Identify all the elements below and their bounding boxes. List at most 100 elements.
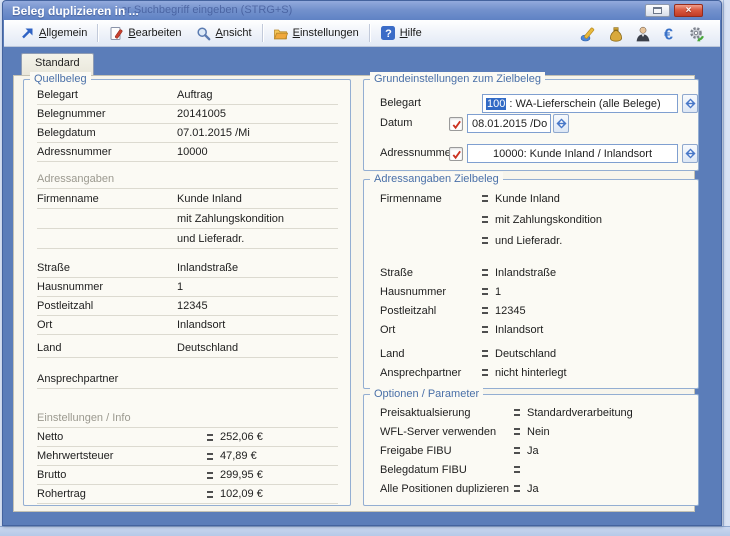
folder-icon [273, 25, 289, 41]
menu-item-ansicht[interactable]: Ansicht [189, 23, 259, 43]
groupbox-title: Quellbeleg [30, 72, 91, 86]
datum-row: Datum 08.01.2015 /Do [364, 114, 698, 134]
table-row: StraßeInlandstraße [380, 263, 688, 282]
restore-button[interactable] [645, 4, 670, 17]
menu-item-allgemein[interactable]: Allgemein [12, 23, 94, 43]
equals-icon [207, 472, 213, 479]
table-row: LandDeutschland [37, 339, 338, 358]
table-row: Ansprechpartner [37, 370, 338, 389]
datum-spinner[interactable] [553, 114, 569, 133]
equals-icon [207, 453, 213, 460]
equals-icon [207, 434, 213, 441]
belegart-combobox[interactable]: 100 : WA-Lieferschein (alle Belege) [482, 94, 678, 113]
equals-icon [514, 409, 520, 416]
edit-document-icon [108, 25, 124, 41]
adressnummer-checkbox[interactable] [449, 147, 463, 161]
table-row: FirmennameKunde Inland [37, 189, 338, 209]
menu-separator [369, 24, 370, 42]
equals-icon [207, 491, 213, 498]
close-button[interactable]: × [674, 4, 703, 17]
table-row: Belegdatum07.01.2015 /Mi [37, 124, 338, 143]
section-header: Adressangaben [37, 170, 338, 189]
restore-icon [653, 7, 662, 14]
table-row: Netto252,06 € [37, 428, 338, 447]
menu-item-hilfe[interactable]: ? Hilfe [373, 23, 429, 43]
magnifier-icon [196, 25, 212, 41]
menu-separator [97, 24, 98, 42]
dialog-window: er Suchbegriff eingeben (STRG+S) Beleg d… [2, 0, 722, 526]
table-row: Alle Positionen duplizierenJa [380, 479, 688, 498]
equals-icon [482, 288, 488, 295]
equals-icon [482, 269, 488, 276]
menu-bar: Allgemein Bearbeiten Ansicht Eins [4, 20, 720, 47]
menu-item-einstellungen[interactable]: Einstellungen [266, 23, 366, 43]
table-row: BelegartAuftrag [37, 86, 338, 105]
help-icon: ? [380, 25, 396, 41]
parent-window-edge-right [723, 0, 730, 526]
table-row: OrtInlandsort [380, 320, 688, 339]
groupbox-grundeinstellungen: Grundeinstellungen zum Zielbeleg Belegar… [363, 79, 699, 171]
background-search-hint: er Suchbegriff eingeben (STRG+S) [121, 4, 292, 16]
arrow-ne-icon [19, 25, 35, 41]
table-row: OrtInlandsort [37, 316, 338, 335]
equals-icon [482, 369, 488, 376]
svg-text:?: ? [385, 28, 392, 40]
adressnummer-spinner[interactable] [682, 144, 698, 163]
desktop: er Suchbegriff eingeben (STRG+S) Beleg d… [0, 0, 730, 536]
table-row: Hausnummer1 [380, 282, 688, 301]
equals-icon [482, 326, 488, 333]
table-row: mit Zahlungskondition [380, 209, 688, 230]
adressnummer-combobox[interactable]: 10000: Kunde Inland / Inlandsort [467, 144, 678, 163]
content-band: Standard Quellbeleg BelegartAuftrag Bele… [3, 47, 721, 526]
table-row: PreisaktualsierungStandardverarbeitung [380, 403, 688, 422]
equals-icon [482, 307, 488, 314]
equals-icon [482, 237, 488, 244]
table-row: Brutto299,95 € [37, 466, 338, 485]
datum-field[interactable]: 08.01.2015 /Do [467, 114, 551, 133]
adressnummer-row: Adressnummer 10000: Kunde Inland / Inlan… [364, 144, 698, 164]
datum-checkbox[interactable] [449, 117, 463, 131]
table-row: Adressnummer10000 [37, 143, 338, 162]
money-bag-icon[interactable] [606, 24, 625, 43]
sign-edit-icon[interactable] [579, 24, 598, 43]
parent-window-edge-bottom [0, 526, 730, 536]
table-row: Rohertrag102,09 € [37, 485, 338, 504]
equals-icon [514, 428, 520, 435]
svg-text:€: € [664, 26, 673, 43]
equals-icon [482, 350, 488, 357]
table-row: Freigabe FIBUJa [380, 441, 688, 460]
belegart-spinner[interactable] [682, 94, 698, 113]
table-row: Belegdatum FIBU [380, 460, 688, 479]
contact-person-icon[interactable] [633, 24, 652, 43]
table-row: Hausnummer1 [37, 278, 338, 297]
table-row: und Lieferadr. [380, 230, 688, 251]
table-row: Ansprechpartnernicht hinterlegt [380, 363, 688, 382]
window-title: Beleg duplizieren in ... [3, 4, 139, 18]
menu-item-bearbeiten[interactable]: Bearbeiten [101, 23, 188, 43]
table-row: LandDeutschland [380, 344, 688, 363]
content-pane: Quellbeleg BelegartAuftrag Belegnummer20… [13, 75, 695, 512]
table-row: StraßeInlandstraße [37, 259, 338, 278]
table-row: Postleitzahl12345 [380, 301, 688, 320]
updown-arrows-icon [685, 98, 696, 109]
table-row: mit Zahlungskondition [37, 209, 338, 229]
red-check-icon [451, 149, 462, 160]
equals-icon [482, 216, 488, 223]
euro-icon[interactable]: € [660, 24, 679, 43]
groupbox-optionen-parameter: Optionen / Parameter PreisaktualsierungS… [363, 394, 699, 506]
groupbox-title: Adressangaben Zielbeleg [370, 172, 503, 186]
gear-refresh-icon[interactable] [687, 24, 706, 43]
groupbox-title: Grundeinstellungen zum Zielbeleg [370, 72, 545, 86]
tab-row: Standard [13, 47, 695, 75]
red-check-icon [451, 119, 462, 130]
updown-arrows-icon [685, 148, 696, 159]
table-row: Belegnummer20141005 [37, 105, 338, 124]
table-row: Postleitzahl12345 [37, 297, 338, 316]
section-header: Einstellungen / Info [37, 409, 338, 428]
equals-icon [514, 466, 520, 473]
updown-arrows-icon [556, 118, 567, 129]
title-bar[interactable]: er Suchbegriff eingeben (STRG+S) Beleg d… [3, 1, 721, 20]
equals-icon [514, 485, 520, 492]
menu-separator [262, 24, 263, 42]
table-row: WFL-Server verwendenNein [380, 422, 688, 441]
